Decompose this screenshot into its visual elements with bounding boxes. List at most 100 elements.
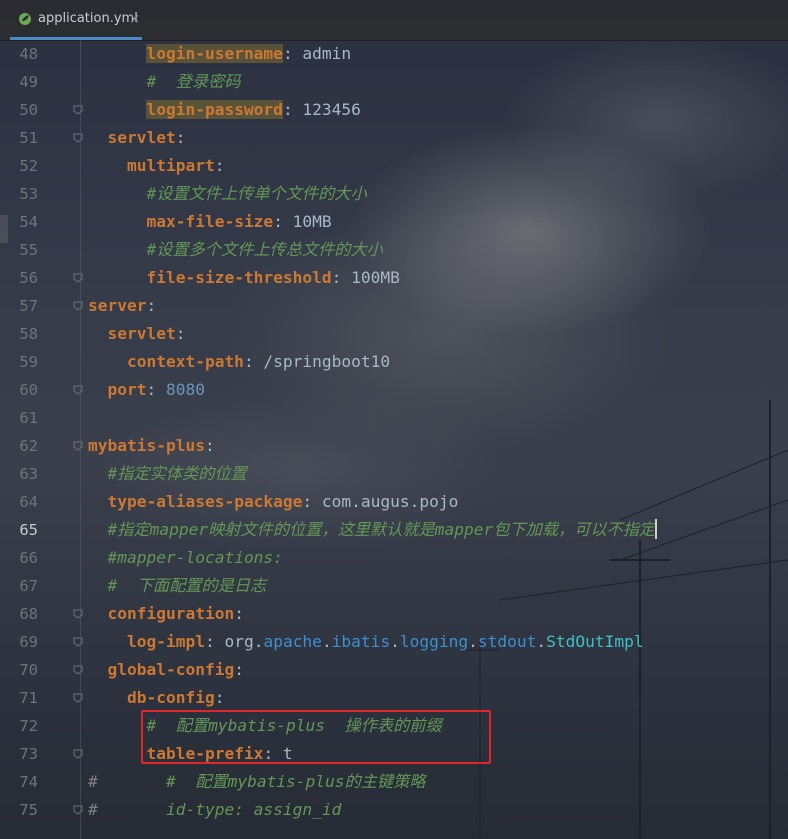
line-number: 68 (19, 605, 38, 623)
code-token: port (107, 380, 147, 399)
fold-marker-icon[interactable] (73, 105, 83, 115)
code-line[interactable]: server: (88, 292, 156, 320)
highlight-annotation-box (141, 710, 491, 764)
code-token: # 下面配置的是日志 (107, 576, 267, 595)
line-number: 56 (19, 269, 38, 287)
code-line[interactable]: #设置多个文件上传总文件的大小 (88, 236, 383, 264)
code-line[interactable]: #指定mapper映射文件的位置，这里默认就是mapper包下加载，可以不指定 (88, 516, 658, 544)
line-number: 64 (19, 493, 38, 511)
code-line[interactable]: login-username: admin (88, 40, 351, 68)
code-token: : 100MB (331, 268, 400, 287)
code-line[interactable]: # # 配置mybatis-plus的主键策略 (88, 768, 425, 796)
line-number: 53 (19, 185, 38, 203)
code-line[interactable]: max-file-size: 10MB (88, 208, 332, 236)
code-token: ibatis (331, 632, 391, 651)
fold-marker-icon[interactable] (73, 441, 83, 451)
line-number: 50 (19, 101, 38, 119)
line-number: 66 (19, 549, 38, 567)
code-token: server (88, 296, 147, 315)
code-line[interactable]: servlet: (88, 320, 186, 348)
code-token: org (224, 632, 254, 651)
line-number: 67 (19, 577, 38, 595)
code-line[interactable]: configuration: (88, 600, 244, 628)
line-number: 74 (19, 773, 38, 791)
code-token: login-password (146, 100, 283, 119)
code-token: : 123456 (282, 100, 361, 119)
code-token: #设置文件上传单个文件的大小 (146, 184, 367, 203)
line-number: 61 (19, 409, 38, 427)
tab-application-yml[interactable]: application.yml × (10, 0, 142, 40)
code-line[interactable]: # id-type: assign_id (88, 796, 341, 824)
code-token: #设置多个文件上传总文件的大小 (146, 240, 383, 259)
code-token: . (536, 632, 547, 651)
code-line[interactable]: port: 8080 (88, 376, 205, 404)
code-line[interactable]: mybatis-plus: (88, 432, 215, 460)
code-token: max-file-size (146, 212, 274, 231)
code-line[interactable]: # 下面配置的是日志 (88, 572, 267, 600)
code-token: type-aliases-package (107, 492, 303, 511)
line-number: 69 (19, 633, 38, 651)
code-line[interactable]: multipart: (88, 152, 224, 180)
code-token: # 登录密码 (146, 72, 241, 91)
code-line[interactable]: servlet: (88, 124, 186, 152)
code-token: servlet (107, 128, 176, 147)
code-token: : (204, 632, 225, 651)
line-number: 49 (19, 73, 38, 91)
fold-marker-icon[interactable] (73, 301, 83, 311)
code-token: . (390, 632, 400, 651)
line-number: 71 (19, 689, 38, 707)
fold-marker-icon[interactable] (73, 637, 83, 647)
line-number: 65 (19, 521, 38, 539)
code-token: multipart (126, 156, 215, 175)
code-token: db-config (126, 688, 215, 707)
code-line[interactable]: #mapper-locations: (88, 544, 283, 572)
code-token: # 配置mybatis-plus的主键策略 (165, 772, 426, 791)
code-token: . (253, 632, 264, 651)
fold-marker-icon[interactable] (73, 385, 83, 395)
code-token: : /springboot10 (243, 352, 391, 371)
code-line[interactable]: login-password: 123456 (88, 96, 361, 124)
code-line[interactable]: context-path: /springboot10 (88, 348, 390, 376)
code-line[interactable]: # 登录密码 (88, 68, 240, 96)
fold-marker-icon[interactable] (73, 665, 83, 675)
code-line[interactable]: db-config: (88, 684, 224, 712)
fold-marker-icon[interactable] (73, 693, 83, 703)
code-line[interactable]: #指定实体类的位置 (88, 460, 247, 488)
code-token: : (175, 128, 186, 147)
fold-marker-icon[interactable] (73, 133, 83, 143)
code-token: # (88, 772, 166, 791)
code-token: : (214, 688, 225, 707)
fold-marker-icon[interactable] (73, 273, 83, 283)
code-token: : (204, 436, 215, 455)
code-token: context-path (126, 352, 244, 371)
fold-marker-icon[interactable] (73, 805, 83, 815)
code-line[interactable]: global-config: (88, 656, 244, 684)
code-line[interactable]: file-size-threshold: 100MB (88, 264, 400, 292)
spring-leaf-icon (18, 12, 32, 26)
fold-marker-icon[interactable] (73, 749, 83, 759)
fold-marker-icon[interactable] (73, 609, 83, 619)
code-token: : (146, 296, 157, 315)
code-line[interactable]: log-impl: org.apache.ibatis.logging.stdo… (88, 628, 644, 656)
code-token: apache (263, 632, 322, 651)
line-number: 48 (19, 45, 38, 63)
code-token: 8080 (165, 380, 205, 399)
close-tab-icon[interactable]: × (129, 12, 140, 27)
line-number: 70 (19, 661, 38, 679)
code-token: mybatis-plus (88, 436, 205, 455)
code-line[interactable]: type-aliases-package: com.augus.pojo (88, 488, 459, 516)
line-number: 52 (19, 157, 38, 175)
code-token: . (468, 632, 478, 651)
code-line[interactable]: #设置文件上传单个文件的大小 (88, 180, 367, 208)
code-token: : 10MB (273, 212, 332, 231)
